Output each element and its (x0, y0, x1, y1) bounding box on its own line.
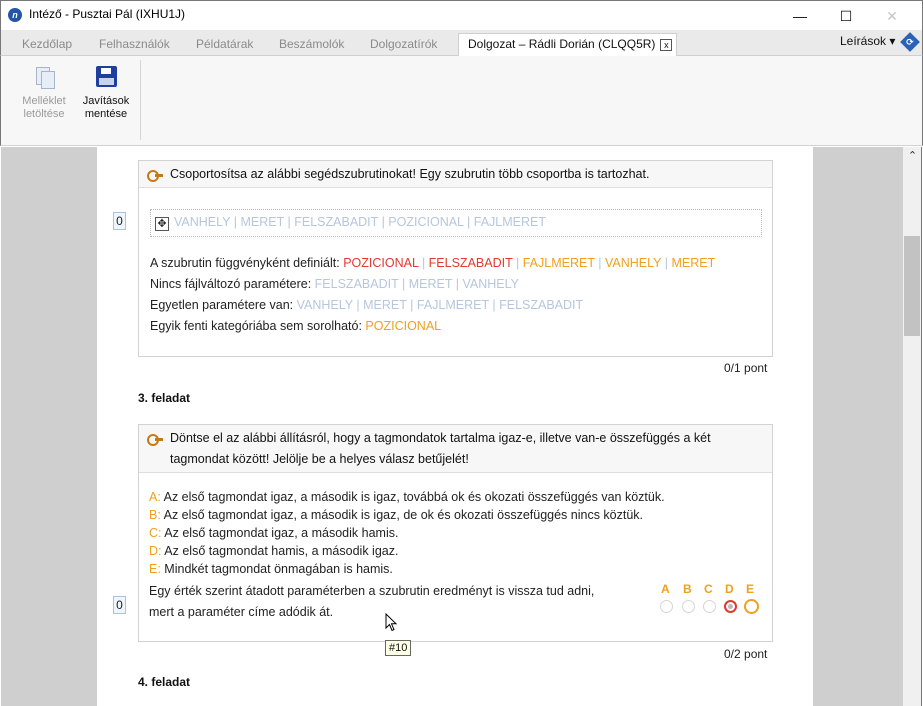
category-label: Egyik fenti kategóriába sem sorolható: (150, 319, 362, 333)
toolbar: Melléklet letöltése Javítások mentése (0, 56, 923, 146)
category-label: Nincs fájlváltozó paramétere: (150, 277, 312, 291)
tab-users[interactable]: Felhasználók (99, 34, 170, 56)
task3-question-line1: Döntse el az alábbi állításról, hogy a t… (170, 431, 711, 445)
option-c: C: Az első tagmondat igaz, a második ham… (149, 526, 399, 540)
tab-exercise-banks[interactable]: Példatárak (196, 34, 253, 56)
answer-radio-c[interactable] (703, 600, 716, 613)
task3-title: 3. feladat (138, 391, 191, 405)
category-value: MERET (363, 298, 407, 312)
app-logo-icon: n (8, 8, 22, 22)
descriptions-menu[interactable]: Leírások ▾ (840, 34, 895, 48)
drag-item[interactable]: MERET (241, 215, 285, 229)
task3-header: Döntse el az alábbi állításról, hogy a t… (139, 425, 772, 473)
category-row-single-param: Egyetlen paramétere van: VANHELY | MERET… (150, 298, 584, 312)
tab-test-takers[interactable]: Dolgozatírók (370, 34, 437, 56)
category-label: Egyetlen paramétere van: (150, 298, 294, 312)
title-bar: n Intéző - Pusztai Pál (IXHU1J) — ☐ ✕ (0, 0, 923, 30)
maximize-button[interactable]: ☐ (823, 1, 869, 31)
close-button[interactable]: ✕ (869, 1, 915, 31)
key-hint-icon[interactable] (147, 432, 163, 446)
category-value: FELSZABADIT (314, 277, 399, 291)
floppy-disk-icon (94, 65, 118, 91)
task2-points: 0/1 pont (724, 361, 768, 375)
category-value: MERET (671, 256, 716, 270)
category-value: MERET (408, 277, 453, 291)
category-value: FELSZABADIT (428, 256, 513, 270)
task3-question-line2: tagmondat között! Jelölje be a helyes vá… (170, 452, 469, 466)
drag-item[interactable]: FAJLMERET (474, 215, 546, 229)
task2-header: Csoportosítsa az alábbi segédszubrutinok… (139, 161, 772, 188)
toolbar-divider (140, 60, 141, 140)
tooltip: #10 (385, 640, 412, 656)
option-a: A: Az első tagmondat igaz, a második is … (149, 490, 665, 504)
category-value: FAJLMERET (416, 298, 489, 312)
draggable-items: VANHELY | MERET | FELSZABADIT | POZICION… (174, 215, 547, 229)
drag-item[interactable]: FELSZABADIT (294, 215, 378, 229)
task2-box: Csoportosítsa az alábbi segédszubrutinok… (138, 160, 773, 357)
category-value: FAJLMERET (522, 256, 595, 270)
category-row-no-file-param: Nincs fájlváltozó paramétere: FELSZABADI… (150, 277, 519, 291)
save-label-2: mentése (84, 108, 128, 120)
answer-radio-a[interactable] (660, 600, 673, 613)
category-value: VANHELY (296, 298, 353, 312)
task2-question: Csoportosítsa az alábbi segédszubrutinok… (170, 167, 650, 181)
tab-test-radli[interactable]: Dolgozat – Rádli Dorián (CLQQ5R) x (458, 33, 678, 57)
tab-close-icon[interactable]: x (660, 38, 673, 51)
tab-bar: Kezdőlap Felhasználók Példatárak Beszámo… (0, 30, 923, 57)
tab-label: Dolgozat – Rádli Dorián (CLQQ5R) (468, 37, 656, 51)
answer-letter-b: B (683, 582, 692, 596)
download-label-2: letöltése (23, 108, 65, 120)
download-label-1: Melléklet (22, 95, 66, 107)
scroll-thumb[interactable] (904, 236, 920, 336)
task3-points: 0/2 pont (724, 647, 768, 661)
save-corrections-button[interactable]: Javítások mentése (73, 62, 139, 138)
category-value: VANHELY (604, 256, 662, 270)
category-row-none: Egyik fenti kategóriába sem sorolható: P… (150, 319, 441, 333)
scroll-up-arrow-icon[interactable]: ⌃ (903, 149, 922, 163)
option-d: D: Az első tagmondat hamis, a második ig… (149, 544, 399, 558)
answer-radio-e-correct[interactable] (744, 599, 759, 614)
window-title: Intéző - Pusztai Pál (IXHU1J) (29, 7, 186, 21)
category-value: VANHELY (462, 277, 519, 291)
help-icon[interactable]: ⟳ (900, 32, 920, 52)
vertical-scrollbar[interactable]: ⌃ (903, 147, 922, 706)
answer-radio-d-selected[interactable] (724, 600, 737, 613)
option-b: B: Az első tagmondat igaz, a második is … (149, 508, 644, 522)
save-label-1: Javítások (82, 95, 130, 107)
answer-letter-d: D (725, 582, 734, 596)
category-value: POZICIONAL (343, 256, 419, 270)
category-label: A szubrutin függvényként definiált: (150, 256, 340, 270)
task3-box: Döntse el az alábbi állításról, hogy a t… (138, 424, 773, 642)
download-attachment-button[interactable]: Melléklet letöltése (11, 62, 77, 138)
answer-letter-c: C (704, 582, 713, 596)
task2-score-field[interactable]: 0 (113, 212, 126, 230)
task4-title: 4. feladat (138, 675, 191, 689)
category-value: POZICIONAL (365, 319, 442, 333)
tab-reports[interactable]: Beszámolók (279, 34, 344, 56)
category-value: FELSZABADIT (499, 298, 584, 312)
option-e: E: Mindkét tagmondat önmagában is hamis. (149, 562, 393, 576)
answer-radio-b[interactable] (682, 600, 695, 613)
tab-home[interactable]: Kezdőlap (22, 34, 72, 56)
subroutine-drag-source[interactable]: ✥ VANHELY | MERET | FELSZABADIT | POZICI… (150, 209, 762, 237)
category-row-function: A szubrutin függvényként definiált: POZI… (150, 256, 716, 270)
answer-letter-e: E (746, 582, 755, 596)
task3-score-field[interactable]: 0 (113, 596, 126, 614)
statement-line1: Egy érték szerint átadott paraméterben a… (149, 584, 595, 598)
mouse-cursor-icon (385, 613, 398, 632)
attachment-download-icon (32, 65, 56, 91)
minimize-button[interactable]: — (777, 1, 823, 31)
drag-item[interactable]: VANHELY (174, 215, 230, 229)
key-hint-icon[interactable] (147, 168, 163, 182)
answer-letter-a: A (661, 582, 670, 596)
drag-item[interactable]: POZICIONAL (388, 215, 463, 229)
move-icon[interactable]: ✥ (155, 217, 169, 231)
